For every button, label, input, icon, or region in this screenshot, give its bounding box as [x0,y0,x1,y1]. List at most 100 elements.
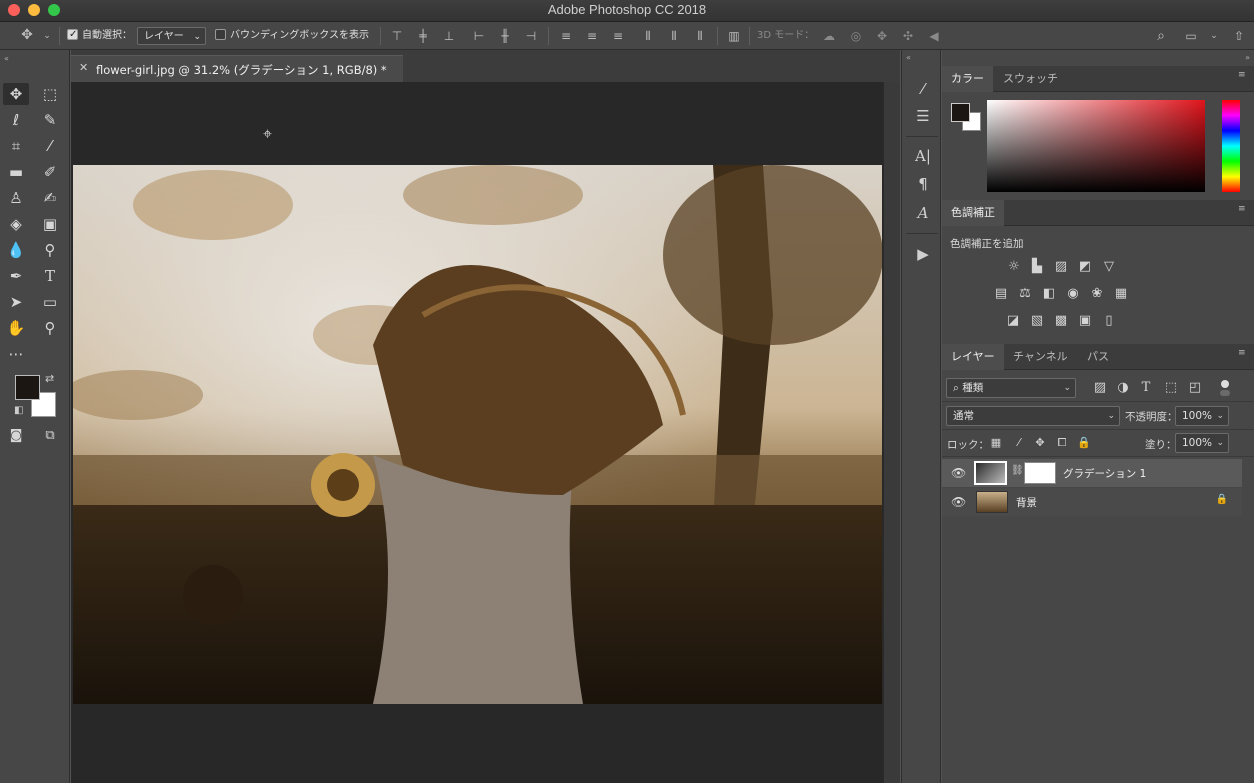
exposure-icon[interactable]: ◩ [1076,259,1094,275]
gradient-tool[interactable]: ▣ [37,213,63,235]
dodge-tool[interactable]: ⚲ [37,239,63,261]
stamp-tool[interactable]: ♙ [3,187,29,209]
black-white-icon[interactable]: ◧ [1040,286,1058,302]
distribute-left-icon[interactable]: ⫴ [641,29,655,43]
swap-colors-icon[interactable]: ⇄ [45,372,54,385]
tab-channels[interactable]: チャンネル [1004,344,1077,370]
auto-align-icon[interactable]: ▥ [727,29,741,43]
distribute-bottom-icon[interactable]: ≡ [611,29,625,43]
tab-layers[interactable]: レイヤー [942,344,1004,370]
tab-swatches[interactable]: スウォッチ [994,66,1067,92]
tab-paths[interactable]: パス [1078,344,1118,370]
auto-select-checkbox[interactable]: 自動選択： [67,26,132,45]
screen-mode-icon[interactable]: ⧉ [37,425,63,447]
chevron-down-icon[interactable]: ⌄ [1207,29,1221,43]
filter-pixel-icon[interactable]: ▨ [1091,380,1109,396]
brush-preset-icon[interactable]: ⁄ [912,79,934,99]
photo-filter-icon[interactable]: ◉ [1064,286,1082,302]
hue-slider[interactable] [1222,100,1240,192]
layer-row-background[interactable]: 👁 背景 🔒 [942,488,1242,516]
blur-tool[interactable]: 💧 [3,239,29,261]
selective-color-icon[interactable]: ▣ [1076,313,1094,329]
lock-image-icon[interactable]: ⁄ [1010,435,1028,451]
lock-artboard-icon[interactable]: ⧠ [1053,435,1071,451]
show-bbox-checkbox[interactable]: バウンディングボックスを表示 [215,27,369,45]
properties-icon[interactable]: ☰ [912,106,934,126]
quick-mask-icon[interactable]: ◙ [3,425,29,447]
healing-brush-tool[interactable]: ▬ [3,161,29,183]
eraser-tool[interactable]: ◈ [3,213,29,235]
close-tab-icon[interactable]: ✕ [79,61,88,74]
type-tool[interactable]: T [37,265,63,287]
tab-adjustments[interactable]: 色調補正 [942,200,1004,226]
lock-transparent-icon[interactable]: ▦ [987,435,1005,451]
pen-tool[interactable]: ✒ [3,265,29,287]
panel-menu-icon[interactable]: ≡ [1238,349,1248,358]
close-window-button[interactable] [8,4,20,16]
filter-toggle[interactable] [1220,380,1230,398]
play-action-icon[interactable]: ▶ [912,244,934,264]
roll-3d-icon[interactable]: ◎ [849,29,863,43]
minimize-window-button[interactable] [28,4,40,16]
collapse-icon[interactable]: » [1245,53,1250,62]
search-icon[interactable]: ⌕ [1154,29,1168,43]
filter-smart-object-icon[interactable]: ◰ [1186,380,1204,396]
marquee-tool[interactable]: ⬚ [37,83,63,105]
filter-adjustment-icon[interactable]: ◑ [1114,380,1132,396]
path-select-tool[interactable]: ➤ [3,291,29,313]
scale-3d-icon[interactable]: ◀ [927,29,941,43]
fill-field[interactable]: 100% ⌄ [1175,433,1229,453]
crop-tool[interactable]: ⌗ [3,135,29,157]
lasso-tool[interactable]: ℓ [3,109,29,131]
eye-visibility-icon[interactable]: 👁 [951,495,966,509]
align-top-icon[interactable]: ⊤ [390,29,404,43]
hue-saturation-icon[interactable]: ▤ [992,286,1010,302]
threshold-icon[interactable]: ▩ [1052,313,1070,329]
orbit-3d-icon[interactable]: ☁ [822,29,836,43]
zoom-tool[interactable]: ⚲ [37,317,63,339]
lock-all-icon[interactable]: 🔒 [1075,435,1093,451]
rectangle-tool[interactable]: ▭ [37,291,63,313]
brightness-contrast-icon[interactable]: ☼ [1005,259,1023,275]
slide-3d-icon[interactable]: ✣ [901,29,915,43]
layer-mask-thumbnail[interactable] [1024,462,1056,484]
collapse-icon[interactable]: « [4,54,9,63]
opacity-field[interactable]: 100% ⌄ [1175,406,1229,426]
filter-shape-icon[interactable]: ⬚ [1162,380,1180,396]
gradient-map-icon[interactable]: ▯ [1100,313,1118,329]
eyedropper-tool[interactable]: ⁄ [37,135,63,157]
align-right-icon[interactable]: ⊣ [524,29,538,43]
auto-select-target-select[interactable]: レイヤー ⌄ [137,27,206,45]
align-vcenter-icon[interactable]: ╪ [416,29,430,43]
vertical-scrollbar[interactable] [883,82,900,783]
curves-icon[interactable]: ▨ [1052,259,1070,275]
posterize-icon[interactable]: ▧ [1028,313,1046,329]
distribute-hcenter-icon[interactable]: ⫴ [667,29,681,43]
align-bottom-icon[interactable]: ⊥ [442,29,456,43]
maximize-window-button[interactable] [48,4,60,16]
tab-color[interactable]: カラー [942,66,993,92]
color-ramp[interactable] [987,100,1205,192]
invert-icon[interactable]: ◪ [1004,313,1022,329]
pan-3d-icon[interactable]: ✥ [875,29,889,43]
move-tool[interactable]: ✥ [3,83,29,105]
paragraph-icon[interactable]: ¶ [912,174,934,194]
distribute-vcenter-icon[interactable]: ≡ [585,29,599,43]
move-tool-preset-icon[interactable]: ✥ [20,28,34,42]
glyphs-icon[interactable]: A [912,203,934,223]
distribute-right-icon[interactable]: ⫴ [693,29,707,43]
vibrance-icon[interactable]: ▽ [1100,259,1118,275]
quick-select-tool[interactable]: ✎ [37,109,63,131]
color-panel-foreground-swatch[interactable] [951,103,970,122]
blend-mode-select[interactable]: 通常 ⌄ [946,406,1120,426]
filter-type-icon[interactable]: T [1137,380,1155,396]
more-tools-icon[interactable]: ⋯ [3,343,29,365]
share-icon[interactable]: ⇧ [1232,29,1246,43]
default-colors-icon[interactable]: ◧ [14,405,23,416]
distribute-top-icon[interactable]: ≡ [559,29,573,43]
foreground-color-swatch[interactable] [15,375,40,400]
workspace-icon[interactable]: ▭ [1184,29,1198,43]
panel-menu-icon[interactable]: ≡ [1238,205,1248,214]
collapse-icon[interactable]: « [906,53,911,62]
color-lookup-icon[interactable]: ▦ [1112,286,1130,302]
